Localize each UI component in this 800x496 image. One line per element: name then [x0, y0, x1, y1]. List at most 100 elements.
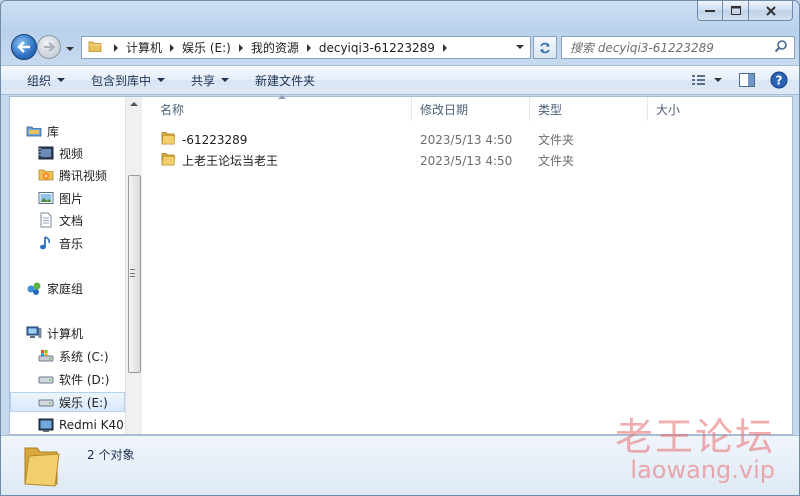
breadcrumb-separator[interactable] [442, 43, 447, 52]
sort-ascending-icon [278, 95, 286, 99]
back-button[interactable] [11, 34, 37, 60]
video-icon [38, 145, 54, 161]
chevron-down-icon [221, 78, 230, 82]
column-size[interactable]: 大小 [648, 97, 728, 121]
file-name-cell: 上老王论坛当老王 [146, 151, 412, 170]
forward-button[interactable] [37, 35, 61, 59]
nav-item-homegroup[interactable]: 家庭组 [26, 278, 141, 298]
picture-icon [38, 190, 54, 206]
nav-label-drive-e: 娱乐 (E:) [59, 395, 108, 410]
preview-pane-button[interactable] [735, 69, 759, 91]
nav-label-homegroup: 家庭组 [47, 281, 84, 296]
navigation-scrollbar[interactable] [125, 97, 142, 434]
navigation-pane: 库 视频 腾讯视频 图片 文档 音乐 家庭组 计算机 系统 (C:) 软件 (D… [10, 97, 142, 434]
minimize-button[interactable] [697, 1, 723, 21]
file-name-cell: -61223289 [146, 130, 412, 149]
watermark-title: 老王论坛 [614, 415, 775, 459]
nav-item-drive-e[interactable]: 娱乐 (E:) [10, 392, 125, 412]
minimize-icon [705, 9, 715, 12]
breadcrumb-my-resources[interactable]: 我的资源 [251, 39, 299, 56]
watermark-url: laowang.vip [630, 456, 775, 484]
arrow-left-icon [17, 41, 30, 53]
folder-icon [88, 39, 102, 56]
include-in-library-button[interactable]: 包含到库中 [81, 68, 175, 92]
breadcrumb-computer[interactable]: 计算机 [126, 39, 162, 56]
nav-label-drive-d: 软件 (D:) [59, 372, 110, 387]
file-row[interactable]: -61223289 2023/5/13 4:50 文件夹 [146, 129, 746, 150]
address-bar[interactable]: 计算机 娱乐 (E:) 我的资源 decyiqi3-61223289 [81, 36, 531, 59]
help-icon: ? [770, 71, 788, 89]
scroll-up-arrow-icon[interactable] [130, 102, 138, 106]
music-note-icon [38, 235, 54, 251]
chevron-down-icon [66, 47, 74, 51]
organize-label: 组织 [27, 73, 52, 88]
computer-icon [26, 325, 42, 341]
column-name[interactable]: 名称 [146, 95, 412, 121]
navigation-bar: 计算机 娱乐 (E:) 我的资源 decyiqi3-61223289 搜索 de… [9, 33, 795, 61]
homegroup-icon [26, 280, 42, 296]
column-header: 名称 修改日期 类型 大小 [146, 95, 792, 121]
file-row[interactable]: 上老王论坛当老王 2023/5/13 4:50 文件夹 [146, 150, 746, 171]
help-button[interactable]: ? [767, 69, 791, 91]
search-input[interactable]: 搜索 decyiqi3-61223289 [570, 39, 774, 56]
nav-item-computer[interactable]: 计算机 [26, 323, 141, 343]
refresh-button[interactable] [533, 36, 557, 59]
close-icon [765, 5, 776, 16]
arrow-right-icon [44, 42, 55, 52]
nav-label-device: Redmi K40 [59, 418, 124, 432]
document-icon [38, 212, 54, 228]
breadcrumb-separator[interactable] [114, 43, 118, 52]
portable-device-icon [38, 417, 54, 433]
nav-label-pictures: 图片 [59, 191, 84, 206]
nav-item-libraries[interactable]: 库 [26, 121, 141, 141]
breadcrumb-separator[interactable] [306, 43, 311, 52]
share-button[interactable]: 共享 [181, 68, 239, 92]
nav-label-drive-c: 系统 (C:) [59, 349, 109, 364]
svg-text:?: ? [776, 74, 783, 88]
library-icon [26, 123, 42, 139]
command-bar: 组织 包含到库中 共享 新建文件夹 ? [1, 65, 799, 95]
column-name-label: 名称 [160, 102, 185, 117]
scrollbar-grip [130, 269, 135, 277]
file-date: 2023/5/13 4:50 [420, 132, 513, 147]
folder-icon [160, 151, 176, 170]
drive-icon [38, 394, 54, 410]
explorer-body: 库 视频 腾讯视频 图片 文档 音乐 家庭组 计算机 系统 (C:) 软件 (D… [9, 95, 793, 435]
drive-icon [38, 371, 54, 387]
search-icon[interactable] [774, 39, 788, 56]
breadcrumb-current-folder[interactable]: decyiqi3-61223289 [319, 41, 435, 55]
file-name: -61223289 [182, 132, 248, 147]
refresh-icon [540, 42, 550, 53]
column-date-modified[interactable]: 修改日期 [412, 97, 530, 121]
maximize-icon [730, 6, 741, 15]
item-count: 2 个对象 [87, 448, 135, 462]
preview-pane-icon [739, 73, 755, 87]
share-label: 共享 [191, 73, 216, 88]
new-folder-button[interactable]: 新建文件夹 [245, 68, 325, 92]
nav-label-tencent-video: 腾讯视频 [59, 168, 108, 183]
caption-buttons [697, 1, 793, 21]
column-size-label: 大小 [656, 102, 681, 117]
file-type: 文件夹 [538, 133, 575, 147]
breadcrumb-drive-e[interactable]: 娱乐 (E:) [182, 39, 231, 56]
organize-button[interactable]: 组织 [17, 68, 75, 92]
breadcrumb-separator[interactable] [170, 43, 175, 52]
view-controls: ? [687, 69, 791, 91]
maximize-button[interactable] [723, 1, 749, 21]
nav-label-computer: 计算机 [47, 326, 84, 341]
change-view-button[interactable] [687, 69, 727, 91]
search-box[interactable]: 搜索 decyiqi3-61223289 [561, 36, 795, 59]
tencent-video-icon [38, 167, 54, 183]
include-in-library-label: 包含到库中 [91, 73, 152, 88]
address-dropdown[interactable] [516, 45, 524, 49]
recent-pages-button[interactable] [65, 43, 75, 53]
breadcrumb-separator[interactable] [238, 43, 243, 52]
column-type[interactable]: 类型 [530, 97, 648, 121]
nav-label-libraries: 库 [47, 124, 60, 139]
chevron-down-icon [57, 78, 66, 82]
close-button[interactable] [749, 1, 793, 21]
nav-label-videos: 视频 [59, 146, 84, 161]
column-date-label: 修改日期 [420, 102, 469, 117]
file-date: 2023/5/13 4:50 [420, 153, 513, 168]
folder-icon [21, 444, 61, 491]
